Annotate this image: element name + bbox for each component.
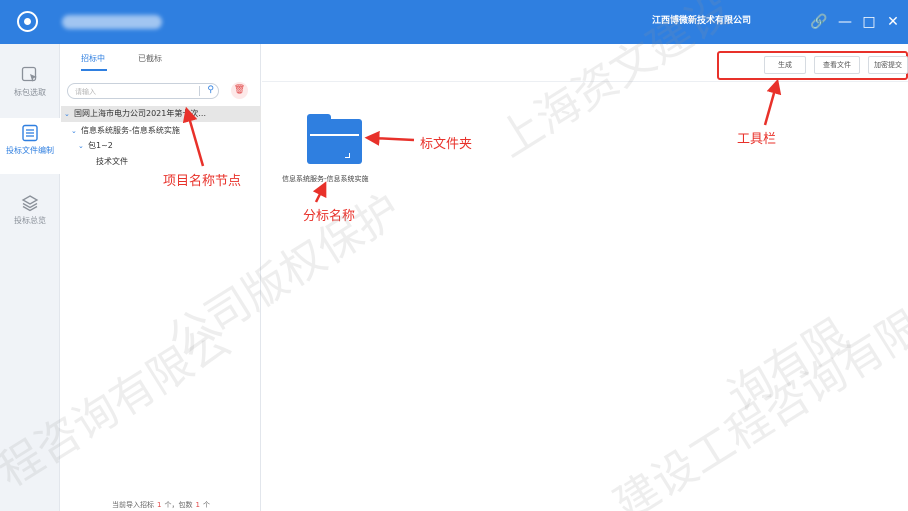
close-icon[interactable]: ✕	[882, 9, 904, 35]
tree-node-subbid[interactable]: ⌄ 信息系统服务-信息系统实施	[61, 123, 261, 139]
tree-node-label: 信息系统服务-信息系统实施	[81, 126, 180, 135]
app-window: 江西博微新技术有限公司 🔗 — □ ✕ 标包选取 投标文件编制 投标总览 招标中…	[0, 0, 908, 511]
tree-node-label: 包1~2	[88, 141, 113, 150]
search-input[interactable]	[75, 86, 195, 97]
folder-mark	[345, 153, 350, 158]
tree-node-label: 国网上海市电力公司2021年第七次...	[74, 109, 206, 118]
toolbar: 生成 查看文件 加密提交	[262, 44, 908, 82]
import-status: 当前导入招标 1 个，包数 1 个	[61, 500, 261, 510]
layers-icon	[21, 195, 39, 212]
generate-button[interactable]: 生成	[764, 56, 806, 74]
delete-icon[interactable]: 🗑	[231, 82, 248, 99]
nav-item-bid-document[interactable]: 投标文件编制	[0, 118, 60, 174]
annotation-project-node: 项目名称节点	[163, 174, 242, 189]
title-bar: 江西博微新技术有限公司 🔗 — □ ✕	[0, 0, 908, 44]
chevron-down-icon[interactable]: ⌄	[71, 123, 81, 139]
maximize-icon[interactable]: □	[858, 9, 880, 35]
nav-label: 投标文件编制	[6, 146, 54, 155]
cursor-icon	[21, 66, 37, 82]
tab-bar: 招标中 已截标	[61, 44, 261, 74]
left-nav: 标包选取 投标文件编制 投标总览	[0, 44, 60, 511]
folder-body	[307, 119, 362, 164]
link-icon[interactable]: 🔗	[808, 9, 830, 35]
status-suffix: 个	[202, 501, 210, 509]
nav-item-bid-selection[interactable]: 标包选取	[0, 66, 60, 98]
tab-closed[interactable]: 已截标	[138, 53, 162, 64]
tree-node-tech-file[interactable]: 技术文件	[61, 154, 261, 170]
app-logo-icon	[17, 11, 38, 32]
status-count: 1	[157, 501, 162, 509]
folder-line	[310, 134, 359, 136]
view-files-button[interactable]: 查看文件	[814, 56, 860, 74]
app-name-redacted	[62, 15, 162, 29]
status-packages: 1	[195, 501, 200, 509]
project-tree-panel: 招标中 已截标 ⚲ 🗑 ⌄国网上海市电力公司2021年第七次... ⌄信息系统服…	[61, 44, 261, 511]
search-icon[interactable]: ⚲	[207, 85, 214, 95]
folder-caption[interactable]: 信息系统服务-信息系统实施	[282, 174, 369, 184]
annotation-toolbar: 工具栏	[737, 132, 777, 147]
search-divider	[199, 86, 200, 96]
nav-label: 标包选取	[14, 88, 46, 97]
chevron-down-icon[interactable]: ⌄	[78, 138, 88, 154]
annotation-folder: 标文件夹	[420, 137, 473, 152]
document-list-icon	[22, 124, 38, 142]
main-content: 生成 查看文件 加密提交 信息系统服务-信息系统实施	[262, 44, 908, 511]
tree-node-project[interactable]: ⌄ 国网上海市电力公司2021年第七次...	[61, 106, 261, 122]
nav-label: 投标总览	[14, 216, 46, 225]
status-middle: 个，包数	[164, 501, 193, 509]
company-name: 江西博微新技术有限公司	[652, 16, 752, 26]
minimize-icon[interactable]: —	[834, 9, 856, 35]
tree-node-package[interactable]: ⌄ 包1~2	[61, 138, 261, 154]
folder-icon[interactable]	[307, 114, 362, 164]
tab-bidding[interactable]: 招标中	[81, 53, 107, 71]
annotation-sub-name: 分标名称	[303, 209, 356, 224]
tree-node-label: 技术文件	[96, 157, 128, 166]
search-box: ⚲	[67, 83, 219, 99]
encrypt-submit-button[interactable]: 加密提交	[868, 56, 908, 74]
status-prefix: 当前导入招标	[112, 501, 155, 509]
chevron-down-icon[interactable]: ⌄	[64, 106, 74, 122]
nav-item-bid-overview[interactable]: 投标总览	[0, 194, 60, 226]
